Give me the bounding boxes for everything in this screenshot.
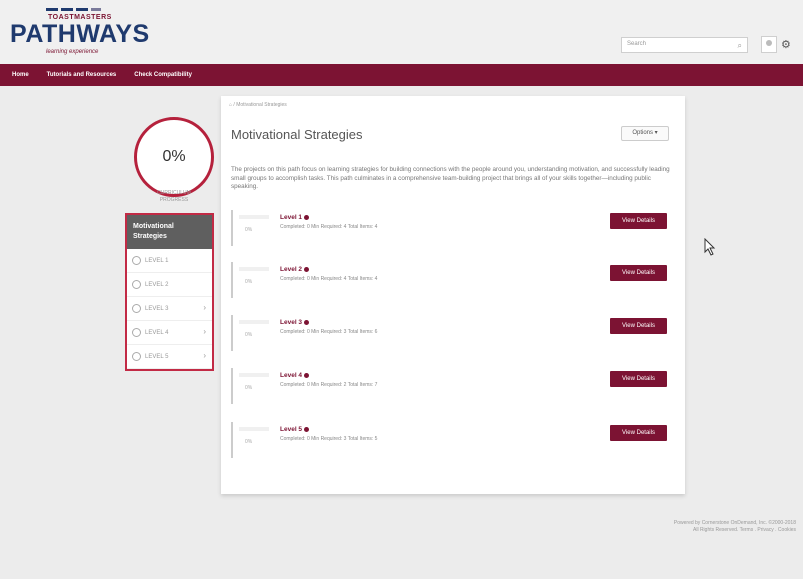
level-card-2: 0% Level 2 Completed: 0 Min Required: 4 … [231, 262, 673, 298]
level-percent: 0% [245, 332, 253, 338]
level-title: Level 4 [280, 372, 310, 379]
view-details-button[interactable]: View Details [610, 213, 667, 229]
level-percent: 0% [245, 227, 253, 233]
pathways-logo[interactable]: TOASTMASTERS PATHWAYS learning experienc… [10, 8, 160, 60]
logo-sub-text: learning experience [46, 49, 99, 55]
logo-dashes [46, 8, 101, 11]
info-icon[interactable] [304, 214, 310, 220]
level-progress-bar [239, 215, 269, 219]
level-meta: Completed: 0 Min Required: 2 Total Items… [280, 382, 378, 388]
level-title: Level 2 [280, 266, 310, 273]
chevron-right-icon: › [203, 327, 206, 336]
radio-icon [132, 352, 141, 361]
view-details-button[interactable]: View Details [610, 318, 667, 334]
path-detail-card: ⌂ / Motivational Strategies Motivational… [221, 96, 685, 494]
info-icon[interactable] [304, 319, 310, 325]
options-button[interactable]: Options ▾ [621, 126, 669, 141]
level-percent: 0% [245, 385, 253, 391]
level-meta: Completed: 0 Min Required: 3 Total Items… [280, 436, 378, 442]
mouse-cursor-icon [704, 238, 716, 256]
radio-icon [132, 304, 141, 313]
level-meta: Completed: 0 Min Required: 4 Total Items… [280, 276, 378, 282]
sidebar-level-1[interactable]: LEVEL 1 [127, 249, 212, 273]
top-nav: Home Tutorials and Resources Check Compa… [0, 64, 803, 86]
sidebar-level-2[interactable]: LEVEL 2 [127, 273, 212, 297]
level-card-1: 0% Level 1 Completed: 0 Min Required: 4 … [231, 210, 673, 246]
progress-percent: 0% [162, 148, 186, 165]
nav-item-home[interactable]: Home [12, 72, 29, 78]
breadcrumb-current[interactable]: Motivational Strategies [236, 102, 287, 108]
level-percent: 0% [245, 439, 253, 445]
info-icon[interactable] [304, 372, 310, 378]
search-icon[interactable]: ⌕ [738, 41, 742, 51]
level-percent: 0% [245, 279, 253, 285]
gear-icon[interactable]: ⚙ [781, 38, 791, 51]
levels-sidebar-header[interactable]: Motivational Strategies [127, 215, 212, 249]
radio-icon [132, 328, 141, 337]
sidebar-level-3[interactable]: LEVEL 3 › [127, 297, 212, 321]
home-icon[interactable]: ⌂ [229, 102, 232, 108]
level-meta: Completed: 0 Min Required: 3 Total Items… [280, 329, 378, 335]
user-avatar-icon[interactable] [761, 36, 777, 53]
level-card-4: 0% Level 4 Completed: 0 Min Required: 2 … [231, 368, 673, 404]
chevron-right-icon: › [203, 303, 206, 312]
logo-main-text: PATHWAYS [10, 20, 150, 48]
sidebar-level-label: LEVEL 4 [145, 329, 169, 336]
level-title: Level 3 [280, 319, 310, 326]
view-details-button[interactable]: View Details [610, 265, 667, 281]
nav-item-compatibility[interactable]: Check Compatibility [134, 72, 192, 78]
level-meta: Completed: 0 Min Required: 4 Total Items… [280, 224, 378, 230]
sidebar-level-label: LEVEL 3 [145, 305, 169, 312]
radio-icon [132, 280, 141, 289]
level-card-3: 0% Level 3 Completed: 0 Min Required: 3 … [231, 315, 673, 351]
progress-label-line1: CURRICULUM [157, 190, 191, 196]
progress-label: CURRICULUM PROGRESS [136, 190, 212, 204]
curriculum-progress-circle: 0% [134, 117, 214, 197]
level-title: Level 1 [280, 214, 310, 221]
sidebar-level-label: LEVEL 1 [145, 257, 169, 264]
breadcrumb: ⌂ / Motivational Strategies [229, 102, 287, 108]
level-progress-bar [239, 427, 269, 431]
app-header: TOASTMASTERS PATHWAYS learning experienc… [0, 0, 803, 64]
level-card-5: 0% Level 5 Completed: 0 Min Required: 3 … [231, 422, 673, 458]
footer-line2[interactable]: All Rights Reserved. Terms . Privacy . C… [620, 527, 796, 534]
sidebar-level-5[interactable]: LEVEL 5 › [127, 345, 212, 369]
level-progress-bar [239, 320, 269, 324]
chevron-right-icon: › [203, 351, 206, 360]
sidebar-level-4[interactable]: LEVEL 4 › [127, 321, 212, 345]
levels-sidebar: Motivational Strategies LEVEL 1 LEVEL 2 … [125, 213, 214, 371]
page-title: Motivational Strategies [231, 127, 363, 142]
view-details-button[interactable]: View Details [610, 425, 667, 441]
footer-line1: Powered by Cornerstone OnDemand, Inc. ©2… [673, 520, 796, 526]
level-progress-bar [239, 267, 269, 271]
info-icon[interactable] [304, 426, 310, 432]
path-description: The projects on this path focus on learn… [231, 166, 670, 190]
nav-item-tutorials[interactable]: Tutorials and Resources [47, 72, 117, 78]
sidebar-level-label: LEVEL 2 [145, 281, 169, 288]
search-input[interactable]: Search ⌕ [621, 37, 748, 53]
progress-label-line2: PROGRESS [159, 197, 189, 203]
level-progress-bar [239, 373, 269, 377]
view-details-button[interactable]: View Details [610, 371, 667, 387]
search-placeholder: Search [627, 41, 647, 47]
sidebar-level-label: LEVEL 5 [145, 353, 169, 360]
info-icon[interactable] [304, 266, 310, 272]
radio-icon [132, 256, 141, 265]
footer: Powered by Cornerstone OnDemand, Inc. ©2… [620, 520, 796, 534]
level-title: Level 5 [280, 426, 310, 433]
